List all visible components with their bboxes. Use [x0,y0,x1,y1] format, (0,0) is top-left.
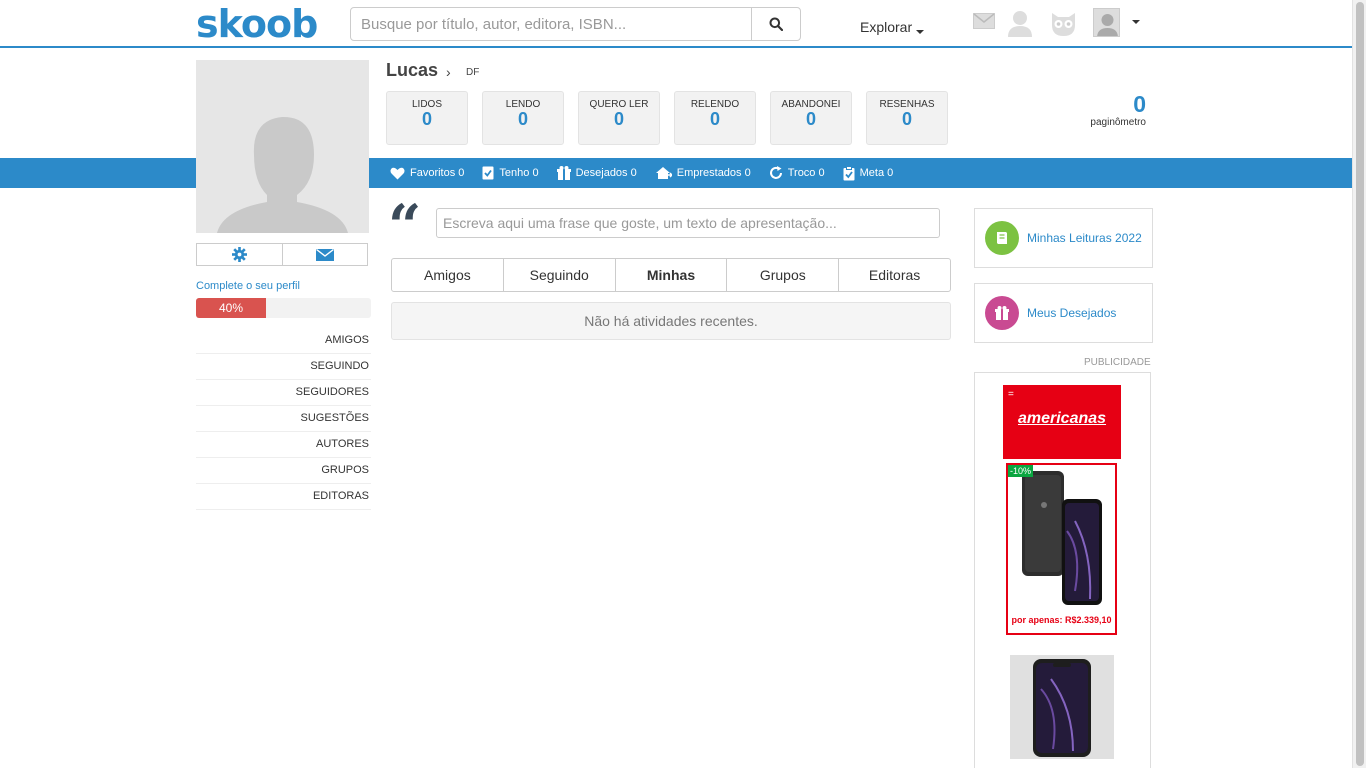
user-avatar[interactable] [1093,8,1120,37]
heart-icon [390,167,405,180]
shelf-meta[interactable]: Meta 0 [843,165,894,181]
explorar-menu[interactable]: Explorar [860,19,925,35]
avatar-silhouette-icon [1097,14,1118,36]
stat-value: 0 [613,109,624,129]
side-nav-autores[interactable]: AUTORES [196,432,371,458]
minhas-leituras-card[interactable]: Minhas Leituras 2022 [974,208,1153,268]
envelope-icon[interactable] [973,13,995,29]
phone-image [1033,659,1091,757]
ad-price: por apenas: R$2.339,10 [1011,615,1112,625]
shelf-favoritos-label: Favoritos 0 [410,167,465,179]
shelf-troco[interactable]: Troco 0 [769,166,825,180]
side-nav-seguindo[interactable]: SEGUINDO [196,354,371,380]
user-name[interactable]: Lucas [386,60,438,81]
minhas-leituras-label: Minhas Leituras 2022 [1027,231,1142,245]
shelf-emprestados-label: Emprestados 0 [676,167,751,179]
message-button[interactable] [283,244,368,265]
ad-menu-icon: = [1008,389,1014,400]
side-nav-editoras[interactable]: EDITORAS [196,484,371,510]
paginometro-value: 0 [1133,91,1146,117]
reading-stats: LIDOS 0 LENDO 0 QUERO LER 0 RELENDO 0 ABANDO… [386,91,962,145]
clipboard-check-icon [843,165,855,181]
side-nav-seguidores[interactable]: SEGUIDORES [196,380,371,406]
user-icon[interactable] [1006,9,1034,37]
meus-desejados-card[interactable]: Meus Desejados [974,283,1153,343]
avatar-caret-icon[interactable] [1132,20,1140,24]
gift-icon [556,166,571,180]
search-box [350,7,801,41]
tab-editoras[interactable]: Editoras [839,259,950,291]
user-state: DF [466,67,480,78]
skoob-logo[interactable]: skoob [196,2,318,46]
explorar-label: Explorar [860,19,913,35]
stat-value: 0 [709,109,720,129]
meus-desejados-label: Meus Desejados [1027,306,1117,320]
publicidade-label: PUBLICIDADE [1084,357,1151,368]
empty-activity-message: Não há atividades recentes. [391,302,951,340]
settings-button[interactable] [197,244,283,265]
complete-profile-link[interactable]: Complete o seu perfil [196,280,300,292]
stat-relendo[interactable]: RELENDO 0 [674,91,756,145]
phrase-input[interactable] [436,208,940,238]
house-arrow-icon [655,166,672,180]
owl-icon[interactable] [1050,9,1077,37]
refresh-icon [769,166,783,180]
caret-down-icon [916,30,925,34]
shelf-favoritos[interactable]: Favoritos 0 [390,167,464,180]
profile-actions [196,243,368,266]
gift-icon [985,296,1019,330]
ad-product-phone[interactable]: -10% por apenas: R$2.339,10 [1006,463,1117,635]
scrollbar-thumb[interactable] [1356,2,1364,766]
shelf-desejados[interactable]: Desejados 0 [556,166,637,180]
shelf-tenho-label: Tenho 0 [499,167,539,179]
stat-lendo[interactable]: LENDO 0 [482,91,564,145]
shelf-desejados-label: Desejados 0 [575,167,637,179]
chevron-right-icon: › [446,64,451,80]
paginometro[interactable]: 0 paginômetro [1080,91,1146,128]
tab-amigos[interactable]: Amigos [392,259,504,291]
stat-lidos[interactable]: LIDOS 0 [386,91,468,145]
stat-value: 0 [805,109,816,129]
quote-icon: “ [388,192,422,260]
shelf-tenho[interactable]: Tenho 0 [482,166,539,180]
paginometro-label: paginômetro [1090,117,1146,128]
search-button[interactable] [751,8,800,40]
book-icon [985,221,1019,255]
ad-brand-name: americanas [1017,410,1107,427]
profile-photo[interactable] [196,60,369,233]
envelope-icon [315,248,334,261]
profile-silhouette-icon [217,116,348,233]
ad-product-phone-2[interactable] [1010,655,1114,759]
side-nav-amigos[interactable]: AMIGOS [196,328,371,354]
ad-discount-badge: -10% [1008,465,1034,477]
top-header: skoob Explorar [0,0,1352,48]
search-input[interactable] [351,8,751,40]
profile-progress-bar: 40% [196,298,371,318]
tab-seguindo[interactable]: Seguindo [504,259,616,291]
side-nav: AMIGOS SEGUINDO SEGUIDORES SUGESTÕES AUT… [196,328,371,510]
page-scrollbar[interactable] [1352,0,1366,768]
stat-abandonei[interactable]: ABANDONEI 0 [770,91,852,145]
shelf-troco-label: Troco 0 [787,167,825,179]
book-check-icon [482,166,494,180]
stat-value: 0 [421,109,432,129]
search-icon [769,17,783,31]
progress-fill: 40% [196,298,266,318]
stat-value: 0 [517,109,528,129]
side-nav-grupos[interactable]: GRUPOS [196,458,371,484]
shelf-meta-label: Meta 0 [859,167,894,179]
stat-value: 0 [901,109,912,129]
side-nav-sugestoes[interactable]: SUGESTÕES [196,406,371,432]
stat-resenhas[interactable]: RESENHAS 0 [866,91,948,145]
tab-grupos[interactable]: Grupos [727,259,840,291]
shelf-emprestados[interactable]: Emprestados 0 [655,166,751,180]
stat-quero-ler[interactable]: QUERO LER 0 [578,91,660,145]
activity-tabs: Amigos Seguindo Minhas Grupos Editoras [391,258,951,292]
ad-brand-banner[interactable]: = americanas [1003,385,1121,459]
phone-image [1022,471,1102,605]
gear-icon [231,247,247,262]
tab-minhas[interactable]: Minhas [616,259,728,291]
